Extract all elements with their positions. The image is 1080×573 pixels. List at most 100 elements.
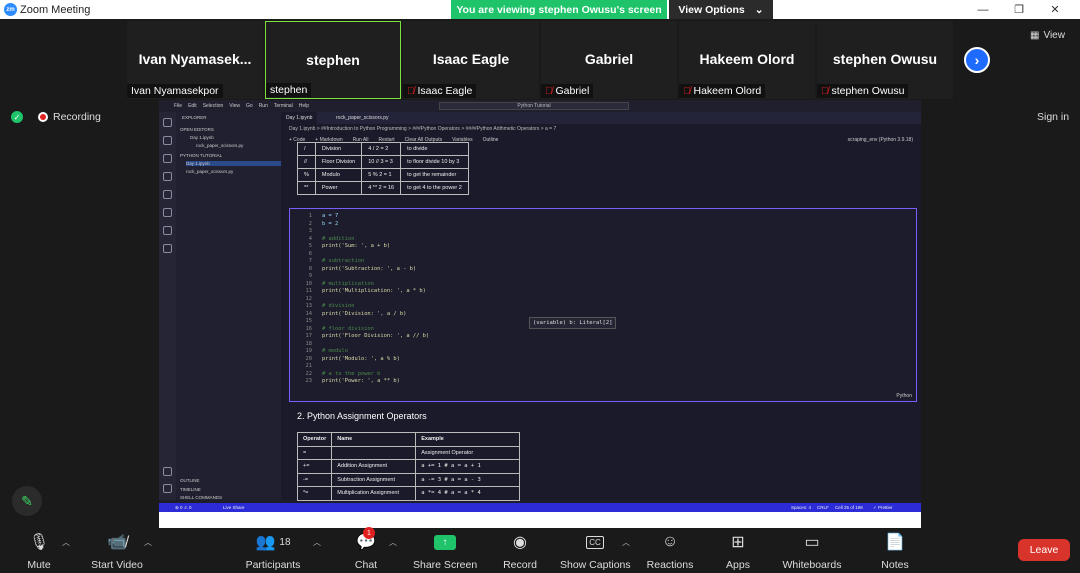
line-number: 23 — [305, 378, 313, 384]
participant-tile[interactable]: Isaac Eagle 🎙̸ Isaac Eagle — [403, 21, 539, 99]
next-page-arrow-icon[interactable]: › — [964, 47, 990, 73]
code-line: 17 print('Floor Division: ', a // b) — [298, 333, 430, 341]
whiteboards-button[interactable]: ▭ Whiteboards — [780, 531, 844, 571]
window-title-bar: zm Zoom Meeting You are viewing stephen … — [0, 0, 1080, 19]
close-icon[interactable]: ✕ — [1038, 0, 1072, 19]
chat-icon: 💬 1 — [349, 527, 383, 553]
mute-button[interactable]: 🎙 Mute — [22, 531, 56, 571]
code-line: 23 print('Power: ', a ** b) — [298, 378, 429, 386]
table-cell: ** — [297, 181, 316, 195]
settings-gear-icon — [163, 484, 172, 493]
line-number: 18 — [305, 340, 313, 347]
code-line: 20 print('Modulo: ', a % b) — [298, 356, 429, 364]
outline-heading: OUTLINE — [180, 478, 200, 483]
participants-button[interactable]: 👥 18 Participants — [242, 531, 304, 571]
tools-icon — [163, 244, 172, 253]
assignment-operators-table: Operator Name Example = Assignment Operator +… — [296, 432, 521, 501]
table-cell: Subtraction Assignment — [331, 472, 417, 487]
table-cell: to divide — [400, 142, 469, 156]
share-screen-icon: ↑ — [413, 531, 477, 553]
line-number: 4 — [308, 235, 312, 242]
participant-label: 🎙̸ Gabriel — [541, 84, 594, 98]
recording-label: Recording — [53, 111, 101, 123]
problems-status: ⊗ 0 ⚠ 0 — [175, 505, 192, 510]
table-row: += Addition Assignment a += 1 # a = a + 1 — [296, 459, 521, 474]
code-block: 1 a = 7 2 b = 2 3 4 # addition 5 print('Sum: ', … — [298, 213, 430, 386]
hover-tooltip: (variable) b: Literal[2] — [529, 317, 617, 329]
vscode-editor: Day 1.ipynb rock_paper_scissors.py Day 1… — [281, 112, 921, 501]
line-number: 17 — [305, 333, 313, 339]
code-line: 1 a = 7 — [298, 213, 429, 221]
code-line: 3 — [298, 228, 429, 236]
line-number: 9 — [308, 273, 312, 279]
menu-item: Help — [298, 103, 310, 109]
table-header-row: Operator Name Example — [296, 432, 521, 447]
line-number: 10 — [305, 280, 313, 287]
chevron-up-icon[interactable]: ︿ — [62, 537, 70, 548]
participants-icon: 👥 18 — [255, 534, 291, 551]
chat-button[interactable]: 💬 1 Chat — [349, 527, 383, 571]
chevron-up-icon[interactable]: ︿ — [144, 537, 152, 548]
record-button[interactable]: ◉ Record — [500, 531, 540, 571]
participant-label: 🎙̸ Hakeem Olord — [679, 84, 766, 98]
minimize-icon[interactable]: — — [966, 0, 1000, 19]
code-text: # subtraction — [322, 258, 365, 264]
start-video-button[interactable]: 📹̸ Start Video — [88, 531, 146, 571]
apps-button[interactable]: ⊞ Apps — [722, 531, 754, 571]
reactions-icon: ☺ — [661, 533, 679, 550]
table-cell: *= — [296, 486, 333, 501]
record-dot-icon — [38, 112, 48, 122]
show-captions-button[interactable]: CC Show Captions — [560, 531, 631, 571]
notes-button[interactable]: 📄 Notes — [878, 531, 912, 571]
participant-tile[interactable]: stephen Owusu 🎙̸ stephen Owusu — [817, 21, 953, 99]
cell-language: Python — [896, 393, 912, 399]
annotate-pen-icon[interactable]: ✎ — [12, 486, 42, 516]
table-cell: 5 % 2 = 1 — [361, 168, 402, 182]
line-number: 5 — [308, 243, 312, 249]
code-line: 16 # floor division — [298, 326, 429, 334]
table-row: //Floor Division 10 // 3 = 3 to floor divi… — [297, 155, 469, 169]
line-number: 19 — [305, 348, 313, 354]
microphone-icon: 🎙 — [28, 534, 50, 551]
vscode-titlebar: File Edit Selection View Go Run Terminal… — [159, 100, 921, 112]
apps-icon: ⊞ — [731, 534, 745, 551]
share-screen-button[interactable]: ↑ Share Screen — [413, 531, 477, 571]
table-cell: to floor divide 10 by 3 — [400, 155, 469, 169]
editor-tab: rock_paper_scissors.py — [336, 115, 389, 121]
security-shield-icon[interactable]: ✓ — [11, 111, 23, 123]
view-options-button[interactable]: View Options ⌄ — [669, 0, 773, 19]
line-number: 14 — [305, 310, 313, 317]
chevron-up-icon[interactable]: ︿ — [622, 537, 630, 548]
view-button[interactable]: ▦ View — [1030, 30, 1065, 41]
participant-tile[interactable]: Gabriel 🎙̸ Gabriel — [541, 21, 677, 99]
reactions-button[interactable]: ☺ Reactions — [646, 531, 694, 571]
chevron-up-icon[interactable]: ︿ — [389, 537, 397, 548]
notes-label: Notes — [881, 559, 909, 571]
table-cell: to get 4 to the power 2 — [400, 181, 469, 195]
vscode-activity-bar — [159, 112, 176, 500]
code-line: 12 — [298, 296, 429, 304]
participant-tile-active[interactable]: stephen stephen — [265, 21, 401, 99]
participant-display-name: stephen — [306, 52, 360, 68]
code-text: print('Subtraction: ', a - b) — [322, 265, 417, 272]
participant-tile[interactable]: Ivan Nyamasek... Ivan Nyamasekpor — [127, 21, 263, 99]
participant-label: stephen — [266, 83, 312, 97]
line-number: 3 — [308, 228, 312, 234]
code-line: 22 # a to the power b — [298, 371, 429, 379]
recording-indicator[interactable]: Recording — [38, 111, 101, 123]
menu-item: View — [229, 103, 241, 109]
participant-tile[interactable]: Hakeem Olord 🎙̸ Hakeem Olord — [679, 21, 815, 99]
code-line: 7 # subtraction — [298, 258, 429, 266]
mic-muted-icon: 🎙̸ — [821, 85, 829, 97]
leave-button[interactable]: Leave — [1018, 539, 1070, 561]
chevron-up-icon[interactable]: ︿ — [313, 537, 321, 548]
participant-label: Ivan Nyamasekpor — [127, 84, 223, 98]
table-cell: Multiplication Assignment — [331, 486, 417, 501]
code-line: 2 b = 2 — [298, 221, 429, 229]
restore-icon[interactable]: ❐ — [1002, 0, 1036, 19]
line-number: 6 — [308, 250, 312, 257]
captions-icon: CC — [560, 531, 630, 553]
code-text: print('Floor Division: ', a // b) — [322, 333, 430, 339]
timeline-heading: TIMELINE — [180, 487, 201, 492]
sign-in-link[interactable]: Sign in — [1037, 111, 1069, 123]
